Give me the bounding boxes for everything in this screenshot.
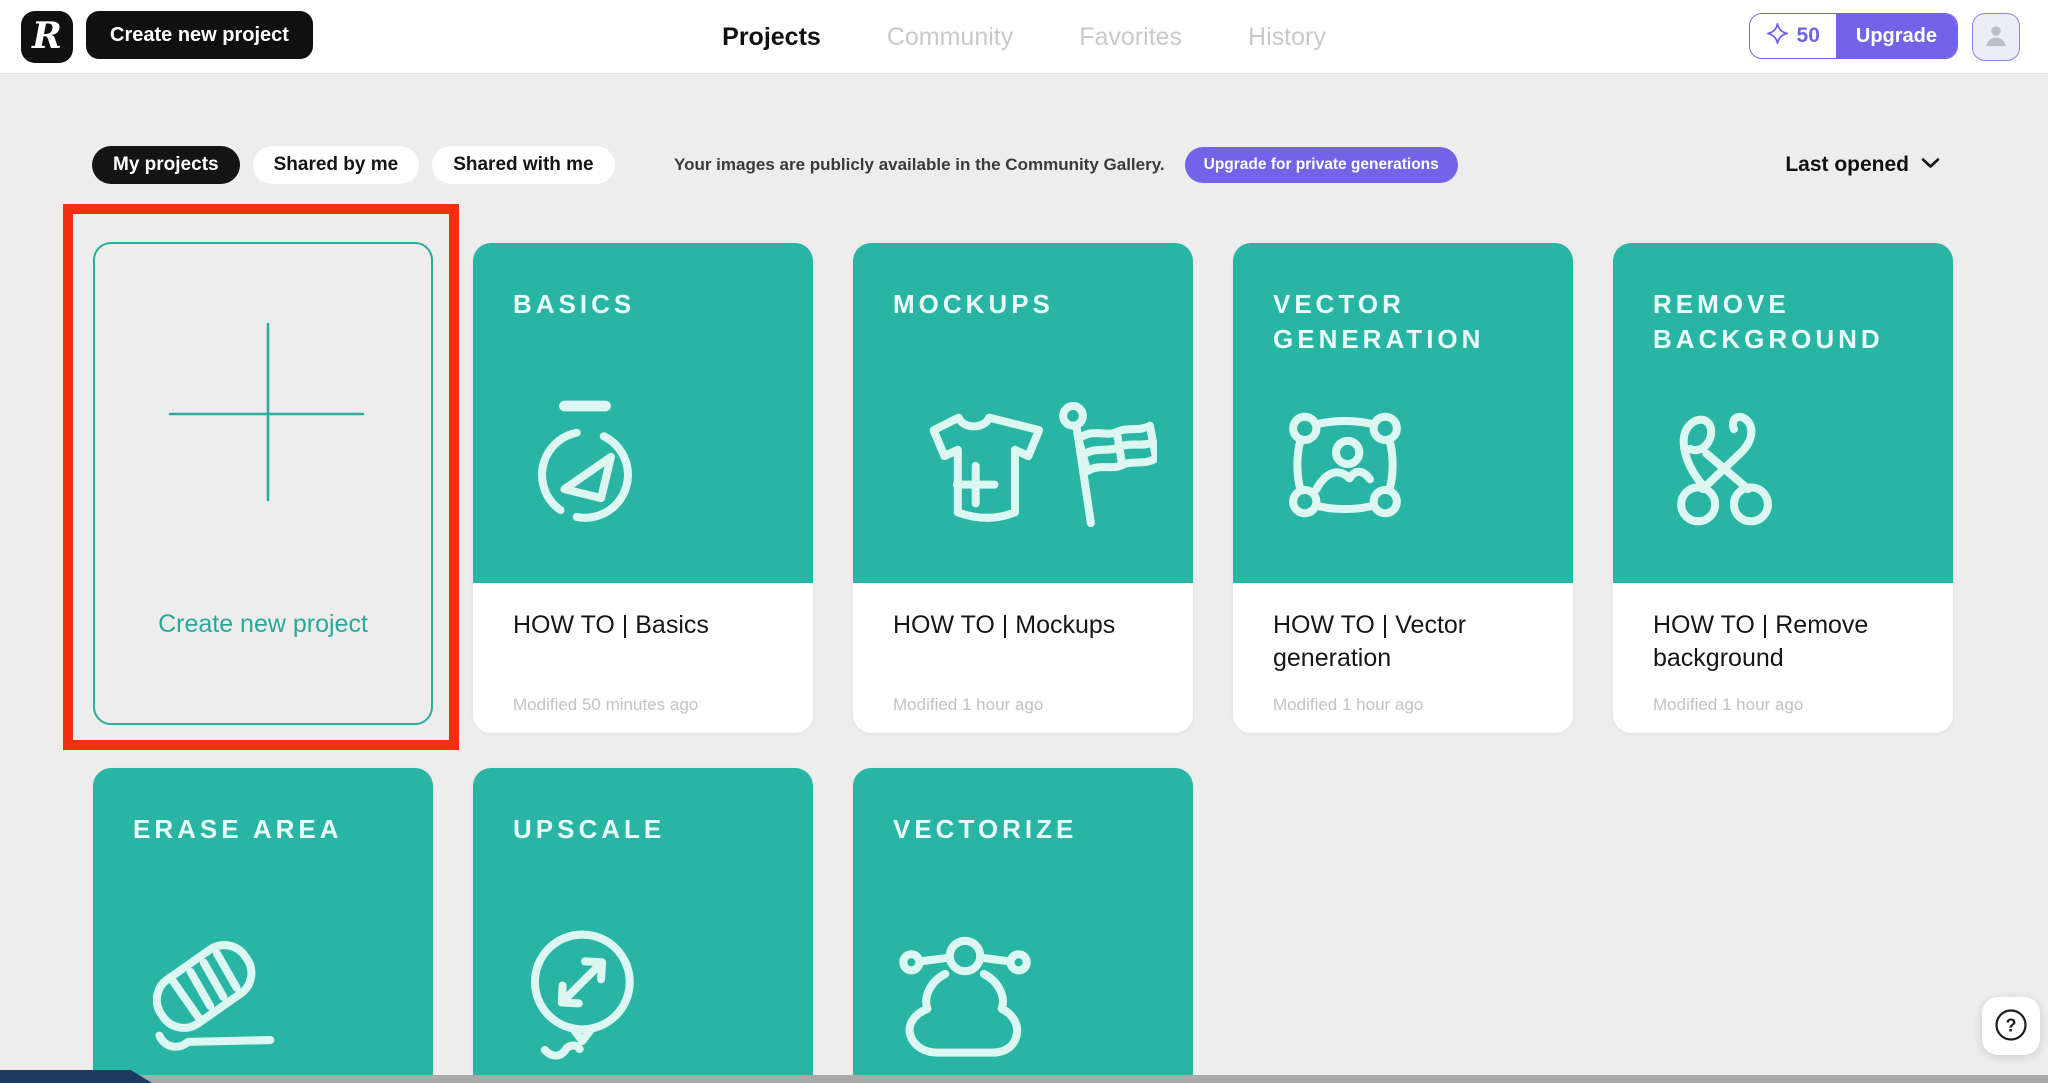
nav-tab-history[interactable]: History — [1248, 23, 1326, 52]
stopwatch-icon — [509, 389, 661, 541]
bottom-gray-strip — [0, 1075, 2048, 1083]
project-card[interactable]: VECTOR GENERATION HOW TO | Vector genera… — [1233, 243, 1573, 733]
upgrade-button[interactable]: Upgrade — [1836, 14, 1957, 58]
project-card-heading: BASICS — [513, 287, 765, 322]
project-card-cover: BASICS — [473, 243, 813, 583]
person-icon — [1982, 21, 2010, 54]
create-new-project-button[interactable]: Create new project — [86, 11, 313, 59]
project-card-footer: HOW TO | Vector generation Modified 1 ho… — [1233, 583, 1573, 733]
project-card-title: HOW TO | Remove background — [1653, 609, 1925, 675]
public-gallery-notice: Your images are publicly available in th… — [674, 146, 1458, 184]
credits-count: 50 — [1797, 24, 1820, 48]
project-card-footer: HOW TO | Remove background Modified 1 ho… — [1613, 583, 1953, 733]
notice-text: Your images are publicly available in th… — [674, 155, 1165, 175]
svg-text:?: ? — [2006, 1015, 2017, 1035]
credits-upgrade-pill[interactable]: 50 Upgrade — [1749, 13, 1958, 59]
project-card[interactable]: BASICS HOW TO | Basics Modified 50 minut… — [473, 243, 813, 733]
eraser-icon — [129, 914, 281, 1066]
project-card-footer: HOW TO | Mockups Modified 1 hour ago — [853, 583, 1193, 733]
project-card-modified: Modified 1 hour ago — [1653, 695, 1803, 715]
nav-tab-community[interactable]: Community — [887, 23, 1013, 52]
project-card-cover: REMOVE BACKGROUND — [1613, 243, 1953, 583]
project-card-modified: Modified 1 hour ago — [1273, 695, 1423, 715]
project-card[interactable]: REMOVE BACKGROUND HOW TO | Remove backgr… — [1613, 243, 1953, 733]
project-card-footer: HOW TO | Basics Modified 50 minutes ago — [473, 583, 813, 733]
project-card-heading: VECTORIZE — [893, 812, 1145, 847]
project-card-cover: ERASE AREA — [93, 768, 433, 1083]
create-new-project-card[interactable]: Create new project — [93, 242, 433, 725]
nav-tab-projects[interactable]: Projects — [722, 23, 821, 52]
upgrade-private-generations-button[interactable]: Upgrade for private generations — [1185, 147, 1458, 183]
filter-my-projects[interactable]: My projects — [92, 146, 240, 184]
project-card[interactable]: UPSCALE — [473, 768, 813, 1083]
scissors-icon — [1649, 389, 1801, 541]
question-icon: ? — [1993, 1007, 2029, 1046]
project-card-heading: REMOVE BACKGROUND — [1653, 287, 1905, 357]
project-card-title: HOW TO | Mockups — [893, 609, 1165, 642]
project-card-heading: MOCKUPS — [893, 287, 1145, 322]
project-card-modified: Modified 50 minutes ago — [513, 695, 698, 715]
projects-dashboard: R Create new project Projects Community … — [0, 0, 2048, 1083]
avatar[interactable] — [1972, 13, 2020, 61]
bottom-navy-strip — [0, 1070, 152, 1083]
project-card[interactable]: MOCKUPS HOW TO | Mockups Modified 1 hour… — [853, 243, 1193, 733]
main-nav: Projects Community Favorites History — [722, 0, 1326, 74]
sparkle-credits-icon — [1766, 22, 1789, 50]
sort-dropdown-label: Last opened — [1785, 153, 1909, 177]
project-card-title: HOW TO | Basics — [513, 609, 785, 642]
project-card-heading: VECTOR GENERATION — [1273, 287, 1525, 357]
project-card-modified: Modified 1 hour ago — [893, 695, 1043, 715]
balloon-resize-icon — [509, 914, 661, 1066]
project-card-heading: UPSCALE — [513, 812, 765, 847]
project-card-cover: UPSCALE — [473, 768, 813, 1083]
filter-shared-with-me[interactable]: Shared with me — [432, 146, 614, 184]
project-card-cover: VECTORIZE — [853, 768, 1193, 1083]
project-filter-tabs: My projects Shared by me Shared with me — [92, 146, 615, 184]
project-card[interactable]: VECTORIZE — [853, 768, 1193, 1083]
project-card-heading: ERASE AREA — [133, 812, 385, 847]
plus-icon — [95, 244, 435, 589]
tshirt-flag-icon — [889, 389, 1157, 541]
create-new-project-card-label: Create new project — [95, 610, 431, 639]
filter-shared-by-me[interactable]: Shared by me — [253, 146, 420, 184]
chevron-down-icon — [1921, 156, 1940, 174]
bezier-cloud-icon — [889, 914, 1041, 1066]
recraft-logo-letter: R — [32, 18, 62, 54]
project-card[interactable]: ERASE AREA — [93, 768, 433, 1083]
project-card-cover: VECTOR GENERATION — [1233, 243, 1573, 583]
nav-tab-favorites[interactable]: Favorites — [1079, 23, 1182, 52]
project-card-cover: MOCKUPS — [853, 243, 1193, 583]
credits-balance: 50 — [1750, 14, 1836, 58]
recraft-logo[interactable]: R — [21, 11, 73, 63]
help-button[interactable]: ? — [1982, 997, 2040, 1055]
project-card-title: HOW TO | Vector generation — [1273, 609, 1545, 675]
sort-dropdown[interactable]: Last opened — [1785, 146, 1940, 184]
top-bar: R Create new project Projects Community … — [0, 0, 2048, 74]
vector-frame-icon — [1269, 389, 1421, 541]
